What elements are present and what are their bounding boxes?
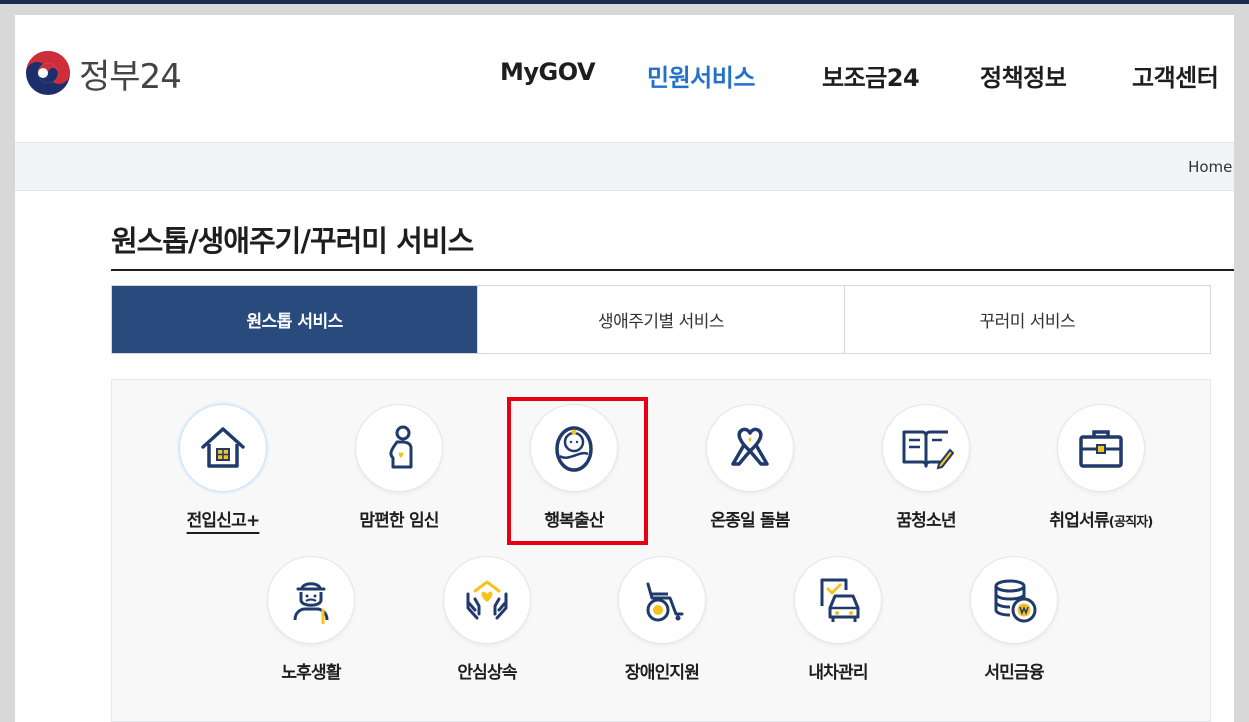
ribbon-icon <box>731 427 769 466</box>
service-youth[interactable]: 꿈청소년 <box>846 404 1006 534</box>
service-move-in-report[interactable]: 전입신고+ <box>143 404 303 534</box>
service-happy-birth[interactable]: 행복출산 <box>494 404 654 534</box>
nav-mygov[interactable]: MyGOV <box>500 58 596 86</box>
service-public-finance[interactable]: 서민금융 <box>934 556 1094 686</box>
nav-subsidy24[interactable]: 보조금24 <box>822 58 920 93</box>
nav-civil-service[interactable]: 민원서비스 <box>647 58 755 93</box>
house-icon <box>201 427 245 468</box>
site-header: 정부24 MyGOV 민원서비스 보조금24 정책정보 고객센터 <box>15 15 1234 142</box>
service-icon-circle <box>970 556 1058 644</box>
car-icon <box>820 578 860 622</box>
logo[interactable]: 정부24 <box>25 48 182 98</box>
service-label: 노후생활 <box>281 663 341 683</box>
page-title: 원스톱/생애주기/꾸러미 서비스 <box>111 224 474 258</box>
tab-package[interactable]: 꾸러미 서비스 <box>844 286 1210 353</box>
service-label: 취업서류(공직자) <box>1021 506 1181 531</box>
tab-lifecycle[interactable]: 생애주기별 서비스 <box>478 286 845 353</box>
pregnant-icon <box>389 425 413 469</box>
service-label: 안심상속 <box>457 663 517 683</box>
breadcrumb-home[interactable]: Home <box>1188 158 1232 176</box>
service-label-main: 취업서류 <box>1049 511 1109 531</box>
coins-icon <box>994 579 1037 623</box>
service-icon-circle <box>706 404 794 492</box>
breadcrumb-bar: Home › <box>15 142 1234 191</box>
service-car-management[interactable]: 내차관리 <box>758 556 918 686</box>
service-label: 전입신고+ <box>186 511 261 531</box>
service-label: 맘편한 임신 <box>359 511 439 531</box>
service-pregnancy[interactable]: 맘편한 임신 <box>319 404 479 534</box>
hands-icon <box>466 580 508 620</box>
service-label: 온종일 돌봄 <box>710 511 790 531</box>
service-icon-circle <box>618 556 706 644</box>
service-disability-support[interactable]: 장애인지원 <box>582 556 742 686</box>
service-icon-circle <box>1057 404 1145 492</box>
page: 정부24 MyGOV 민원서비스 보조금24 정책정보 고객센터 Home › … <box>15 15 1234 722</box>
nav-policy-info[interactable]: 정책정보 <box>980 58 1067 93</box>
service-icon-circle <box>882 404 970 492</box>
service-icon-circle <box>355 404 443 492</box>
service-retirement[interactable]: 노후생활 <box>231 556 391 686</box>
service-panel: 전입신고+ 맘편한 임신 행복출산 온종일 돌봄 꿈청소년 취업서류(공직자) … <box>111 379 1211 722</box>
elderly-icon <box>293 582 329 624</box>
taegeuk-logo-icon <box>26 51 70 95</box>
tab-onestop[interactable]: 원스톱 서비스 <box>112 286 479 353</box>
service-label: 꿈청소년 <box>896 511 956 531</box>
service-employment-docs[interactable]: 취업서류(공직자) <box>1021 404 1181 534</box>
wheelchair-icon <box>646 582 684 622</box>
service-label: 서민금융 <box>984 663 1044 683</box>
service-tabs: 원스톱 서비스 생애주기별 서비스 꾸러미 서비스 <box>111 285 1211 354</box>
briefcase-icon <box>1079 430 1123 468</box>
service-label-sub: (공직자) <box>1108 515 1154 530</box>
breadcrumb: Home › <box>1188 158 1234 176</box>
service-icon-circle <box>443 556 531 644</box>
service-icon-circle <box>794 556 882 644</box>
service-inheritance[interactable]: 안심상속 <box>407 556 567 686</box>
service-label: 내차관리 <box>808 663 868 683</box>
service-all-day-care[interactable]: 온종일 돌봄 <box>670 404 830 534</box>
service-icon-circle <box>267 556 355 644</box>
title-divider <box>111 269 1234 271</box>
service-label: 행복출산 <box>544 511 604 531</box>
nav-customer-center[interactable]: 고객센터 <box>1132 58 1219 93</box>
book-icon <box>902 430 954 470</box>
service-label: 장애인지원 <box>624 663 700 683</box>
baby-icon <box>555 426 593 472</box>
service-icon-circle <box>179 404 267 492</box>
top-accent-bar <box>0 0 1249 4</box>
service-icon-circle <box>530 404 618 492</box>
logo-text: 정부24 <box>79 56 182 97</box>
